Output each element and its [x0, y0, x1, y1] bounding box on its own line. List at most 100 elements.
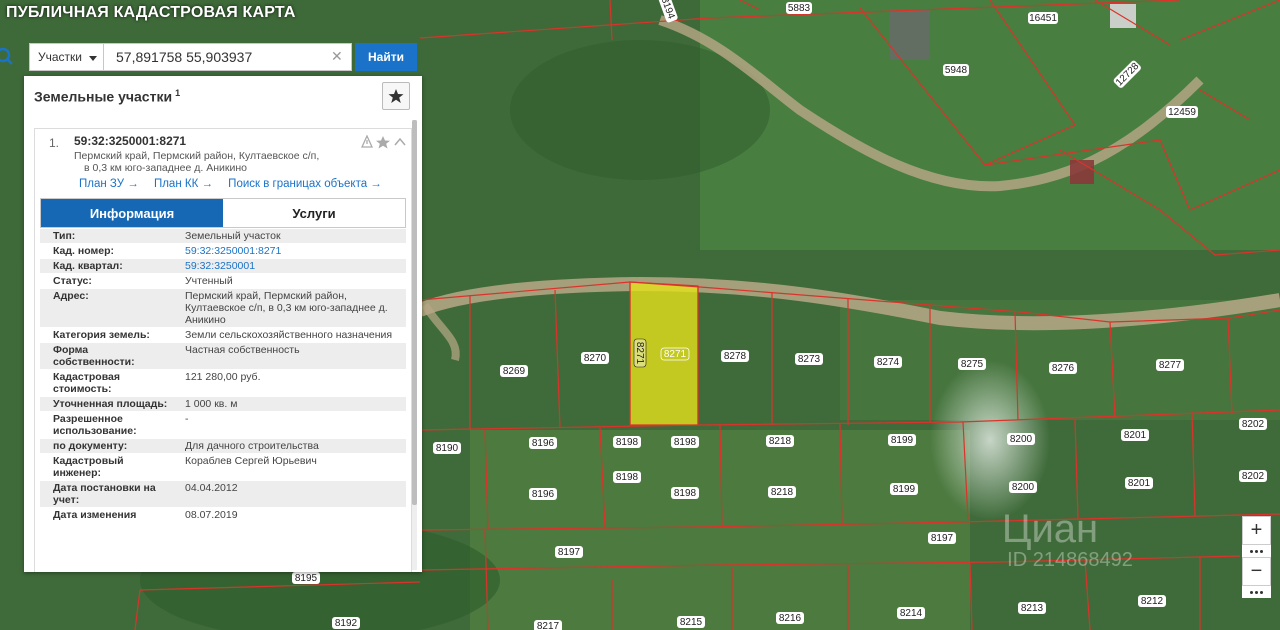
parcel-label: 8198: [616, 437, 639, 448]
parcel-label: 8271: [664, 349, 687, 360]
star-icon[interactable]: [376, 136, 390, 149]
card-tabs: Информация Услуги: [40, 198, 406, 228]
info-key: по документу:: [53, 440, 128, 452]
parcel-label: 8200: [1010, 434, 1033, 445]
chevron-up-icon[interactable]: [394, 137, 406, 146]
parcel-label: 8216: [779, 613, 802, 624]
info-value-link[interactable]: 59:32:3250001:8271: [171, 244, 406, 258]
scrollbar-thumb[interactable]: [412, 120, 417, 505]
info-key: Уточненная площадь:: [53, 398, 168, 410]
info-key: Адрес:: [53, 290, 89, 302]
info-value: Пермский край, Пермский район, Култаевск…: [185, 290, 388, 326]
info-row: Кад. квартал: 59:32:3250001: [40, 259, 406, 274]
link-plan-zu[interactable]: План ЗУ →: [79, 178, 139, 190]
info-value: Земельный участок: [185, 230, 281, 242]
results-count: 1: [175, 88, 181, 98]
parcel-label: 8274: [877, 357, 900, 368]
info-row: Кад. номер: 59:32:3250001:8271: [40, 244, 406, 259]
parcel-label: 8278: [724, 351, 747, 362]
result-address-line1: Пермский край, Пермский район, Култаевск…: [74, 150, 320, 162]
info-row: Тип: Земельный участок: [40, 229, 406, 244]
parcel-label: 5948: [945, 65, 968, 76]
info-key: Дата изменения: [53, 509, 137, 521]
parcel-label: 8217: [537, 621, 560, 630]
parcel-label: 8199: [891, 435, 914, 446]
chevron-down-icon: [89, 56, 97, 61]
parcel-label: 8218: [771, 487, 794, 498]
info-row: по документу: Для дачного строительства: [40, 439, 406, 454]
parcel-label: 8201: [1124, 430, 1147, 441]
info-key: Тип:: [53, 230, 76, 242]
parcel-label: 8196: [532, 438, 555, 449]
link-search-in-bounds[interactable]: Поиск в границах объекта →: [228, 178, 382, 190]
parcel-label: 8196: [532, 489, 555, 500]
result-cad-number[interactable]: 59:32:3250001:8271: [74, 134, 186, 148]
result-index: 1.: [49, 136, 60, 150]
object-type-select[interactable]: Участки: [29, 43, 104, 71]
info-table: Тип: Земельный участок Кад. номер: 59:32:3…: [40, 229, 406, 523]
info-value: Для дачного строительства: [185, 440, 319, 452]
parcel-label: 8201: [1128, 478, 1151, 489]
results-panel: Земельные участки 1 1. 59:32:3250001:8271…: [24, 76, 422, 572]
tab-services[interactable]: Услуги: [223, 199, 405, 227]
parcel-label: 8269: [503, 366, 526, 377]
info-row: Дата изменения 08.07.2019: [40, 508, 406, 523]
favorites-button[interactable]: [382, 82, 410, 110]
warning-icon[interactable]: [361, 135, 374, 148]
tab-info[interactable]: Информация: [41, 199, 223, 227]
info-row: Уточненная площадь: 1 000 кв. м: [40, 397, 406, 412]
info-row: Категория земель: Земли сельскохозяйствен…: [40, 328, 406, 343]
info-row: Дата постановки на учет: 04.04.2012: [40, 481, 406, 508]
info-value: -: [185, 413, 189, 425]
parcel-label: 5883: [788, 3, 811, 14]
parcel-label: 8270: [584, 353, 607, 364]
link-plan-kk[interactable]: План КК →: [154, 178, 213, 190]
parcel-label: 8202: [1242, 419, 1265, 430]
info-row: Форма собственности: Частная собственност…: [40, 343, 406, 370]
parcel-label: 16451: [1029, 13, 1057, 24]
card-actions: [361, 135, 406, 149]
info-value: Кораблев Сергей Юрьевич: [185, 455, 317, 467]
info-row: Адрес: Пермский край, Пермский район, Кул…: [40, 289, 406, 328]
parcel-label: 8273: [798, 354, 821, 365]
parcel-label: 8198: [616, 472, 639, 483]
info-value: Частная собственность: [185, 344, 300, 356]
info-key: Кадастровая стоимость:: [53, 371, 120, 395]
parcel-label: 8277: [1159, 360, 1182, 371]
info-key: Дата постановки на учет:: [53, 482, 156, 506]
parcel-label: 8271: [634, 342, 645, 365]
info-key: Разрешенное использование:: [53, 413, 137, 437]
parcel-label: 8200: [1012, 482, 1035, 493]
panel-title-text: Земельные участки: [34, 88, 173, 105]
result-address-line2: в 0,3 км юго-западнее д. Аникино: [84, 162, 247, 174]
info-value: Учтенный: [185, 275, 233, 287]
parcel-label: 8202: [1242, 471, 1265, 482]
zoom-in-button[interactable]: +: [1242, 516, 1271, 545]
parcel-label: 8214: [900, 608, 923, 619]
parcel-label: 8212: [1141, 596, 1164, 607]
info-value: 04.04.2012: [185, 482, 238, 494]
info-value: 121 280,00 руб.: [185, 371, 261, 383]
search-input[interactable]: [104, 43, 352, 71]
info-row: Кадастровый инженер: Кораблев Сергей Юрье…: [40, 454, 406, 481]
parcel-label: 8199: [893, 484, 916, 495]
info-value: 1 000 кв. м: [185, 398, 238, 410]
zoom-out-button[interactable]: −: [1242, 557, 1271, 586]
search-icon[interactable]: [0, 46, 14, 66]
watermark-text: Циан: [1002, 507, 1098, 551]
parcel-label: 8218: [769, 436, 792, 447]
zoom-dots: [1242, 586, 1271, 598]
parcel-label: 8215: [680, 617, 703, 628]
info-key: Статус:: [53, 275, 92, 287]
close-icon[interactable]: ✕: [331, 48, 343, 65]
object-type-label: Участки: [38, 50, 82, 64]
find-button[interactable]: Найти: [355, 43, 417, 71]
parcel-label: 8197: [931, 533, 954, 544]
info-key: Категория земель:: [53, 329, 150, 341]
info-row: Разрешенное использование: -: [40, 412, 406, 439]
info-value: 08.07.2019: [185, 509, 238, 521]
panel-title: Земельные участки 1: [34, 88, 180, 105]
panel-scrollbar[interactable]: [410, 120, 419, 570]
info-value-link[interactable]: 59:32:3250001: [171, 259, 406, 273]
parcel-label: 8213: [1021, 603, 1044, 614]
